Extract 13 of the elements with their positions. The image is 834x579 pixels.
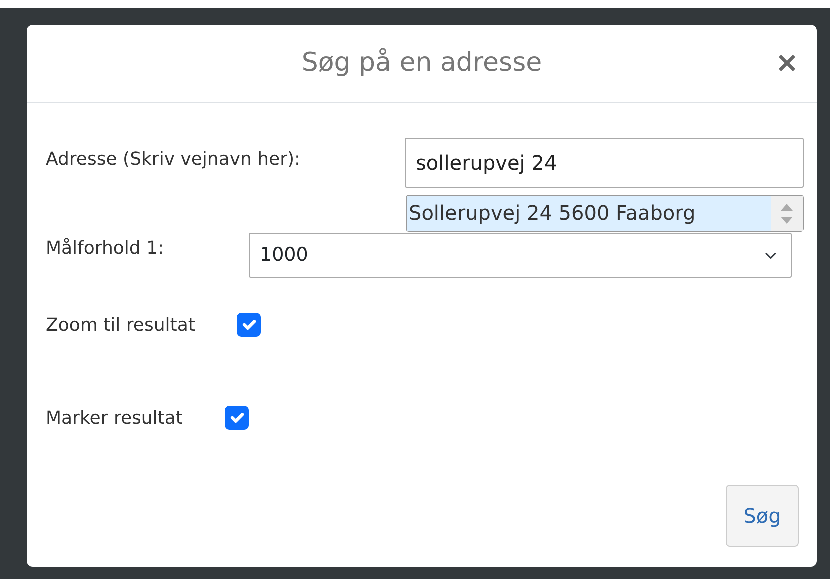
search-button[interactable]: Søg <box>726 485 799 547</box>
field-label: Adresse (Skriv vejnavn her): <box>46 148 302 172</box>
address-input[interactable]: sollerupvej 24 <box>405 138 804 188</box>
suggestion-item[interactable]: Sollerupvej 24 5600 Faaborg <box>407 196 771 231</box>
scrollbar-arrows-icon <box>771 196 803 231</box>
field-label: Zoom til resultat <box>46 314 196 338</box>
checkbox[interactable] <box>237 313 262 337</box>
checkbox[interactable] <box>224 406 249 430</box>
scale-select[interactable]: 1000 <box>249 233 792 278</box>
field-label: Målforhold 1: <box>46 237 166 261</box>
close-button[interactable]: × <box>770 47 805 79</box>
field-label: Marker resultat <box>46 406 183 430</box>
dialog-title: Søg på en adresse <box>302 48 542 80</box>
